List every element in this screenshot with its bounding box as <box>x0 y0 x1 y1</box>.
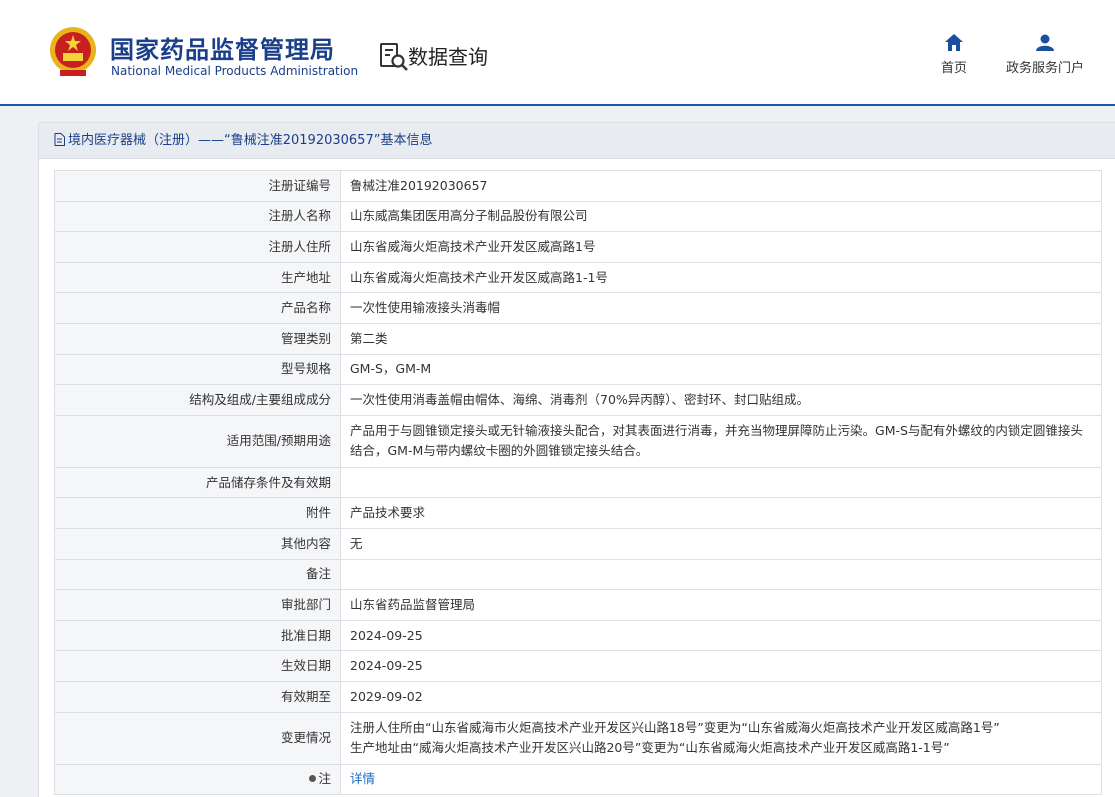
row-value: 产品技术要求 <box>340 497 1102 529</box>
table-row: 注册证编号 鲁械注准20192030657 <box>54 170 1102 202</box>
row-label: 有效期至 <box>54 680 341 713</box>
details-link[interactable]: 详情 <box>350 771 375 786</box>
row-value: 山东省药品监督管理局 <box>340 589 1102 621</box>
change-history-cell: 注册人住所由“山东省威海市火炬高技术产业开发区兴山路18号”变更为“山东省威海火… <box>340 711 1102 765</box>
table-row: 产品储存条件及有效期 <box>54 466 1102 499</box>
change-line: 生产地址由“威海火炬高技术产业开发区兴山路20号”变更为“山东省威海火炬高技术产… <box>350 740 950 755</box>
table-row: 附件 产品技术要求 <box>54 497 1102 529</box>
row-label: 型号规格 <box>54 353 341 386</box>
nav-home-label: 首页 <box>940 61 967 76</box>
org-name-cn: 国家药品监督管理局 <box>110 36 335 64</box>
table-row: 批准日期 2024-09-25 <box>54 619 1102 652</box>
org-name-en: National Medical Products Administration <box>111 64 359 78</box>
row-label: 生效日期 <box>54 650 341 682</box>
row-label: 注册人名称 <box>54 200 341 233</box>
table-row: 其他内容无 <box>54 527 1102 560</box>
row-label: 附件 <box>54 497 341 529</box>
row-value: 2029-09-02 <box>340 680 1102 713</box>
row-value: 山东省威海火炬高技术产业开发区威高路1号 <box>340 231 1102 263</box>
document-icon <box>54 133 65 146</box>
table-row: 结构及组成/主要组成成分 一次性使用消毒盖帽由帽体、海绵、消毒剂（70%异丙醇）、… <box>54 384 1102 416</box>
row-value <box>340 466 1102 499</box>
home-icon <box>945 34 963 51</box>
table-row: 型号规格 GM-S，GM-M <box>54 353 1102 386</box>
row-value <box>340 558 1102 591</box>
row-value: 一次性使用输液接头消毒帽 <box>340 292 1102 324</box>
national-emblem-icon <box>50 27 96 76</box>
row-label: 产品储存条件及有效期 <box>54 466 341 499</box>
row-value: 2024-09-25 <box>340 619 1102 652</box>
row-value: 山东威高集团医用高分子制品股份有限公司 <box>340 200 1102 233</box>
row-label: 结构及组成/主要组成成分 <box>54 384 341 416</box>
row-label: 适用范围/预期用途 <box>54 414 341 468</box>
table-row: 变更情况 注册人住所由“山东省威海市火炬高技术产业开发区兴山路18号”变更为“山… <box>54 711 1102 765</box>
row-label: 其他内容 <box>54 527 341 560</box>
row-label: 管理类别 <box>54 322 341 355</box>
row-value: 产品用于与圆锥锁定接头或无针输液接头配合，对其表面进行消毒，并充当物理屏障防止污… <box>340 414 1102 468</box>
table-row: 注册人住所 山东省威海火炬高技术产业开发区威高路1号 <box>54 231 1102 263</box>
row-label: 变更情况 <box>54 711 341 765</box>
panel-title-text: 境内医疗器械（注册）——“鲁械注准20192030657”基本信息 <box>68 133 433 148</box>
table-row: 产品名称 一次性使用输液接头消毒帽 <box>54 292 1102 324</box>
detail-panel: 境内医疗器械（注册）——“鲁械注准20192030657”基本信息 注册证编号鲁… <box>38 122 1115 797</box>
table-row: 审批部门 山东省药品监督管理局 <box>54 589 1102 621</box>
note-label-cell: 注 <box>54 763 341 796</box>
row-label: 批准日期 <box>54 619 341 652</box>
row-value: 一次性使用消毒盖帽由帽体、海绵、消毒剂（70%异丙醇）、密封环、封口贴组成。 <box>340 384 1102 416</box>
row-value: 鲁械注准20192030657 <box>340 170 1102 202</box>
table-row: 适用范围/预期用途 产品用于与圆锥锁定接头或无针输液接头配合，对其表面进行消毒，并… <box>54 414 1102 468</box>
row-label: 注册证编号 <box>54 170 341 202</box>
bullet-icon <box>309 775 317 783</box>
table-row: 备注 <box>54 558 1102 591</box>
row-label: 备注 <box>54 558 341 591</box>
row-label: 注册人住所 <box>54 231 341 263</box>
nav-home-link[interactable]: 首页 <box>932 34 976 76</box>
row-label: 产品名称 <box>54 292 341 324</box>
table-row: 生产地址 山东省威海火炬高技术产业开发区威高路1-1号 <box>54 261 1102 294</box>
row-value: 2024-09-25 <box>340 650 1102 682</box>
change-line: 注册人住所由“山东省威海市火炬高技术产业开发区兴山路18号”变更为“山东省威海火… <box>350 720 1000 735</box>
data-query-icon <box>380 43 408 71</box>
table-row: 生效日期 2024-09-25 <box>54 650 1102 682</box>
data-query-title: 数据查询 <box>408 45 488 69</box>
panel-title-bar: 境内医疗器械（注册）——“鲁械注准20192030657”基本信息 <box>39 123 1115 159</box>
nav-portal-label: 政务服务门户 <box>1005 61 1084 76</box>
site-header: 国家药品监督管理局 National Medical Products Admi… <box>0 0 1115 104</box>
table-row: 管理类别 第二类 <box>54 322 1102 355</box>
row-label: 生产地址 <box>54 261 341 294</box>
row-label: 审批部门 <box>54 589 341 621</box>
registration-info-table: 注册证编号 鲁械注准20192030657 注册人名称 山东威高集团医用高分子制品股… <box>54 170 1102 796</box>
row-value: GM-S，GM-M <box>340 353 1102 386</box>
table-row: 注册人名称 山东威高集团医用高分子制品股份有限公司 <box>54 200 1102 233</box>
row-value: 第二类 <box>340 322 1102 355</box>
nav-portal-link[interactable]: 政务服务门户 <box>1000 34 1090 76</box>
row-value: 无 <box>340 527 1102 560</box>
row-value: 详情 <box>340 763 1102 796</box>
user-icon <box>1036 34 1054 51</box>
table-row: 有效期至 2029-09-02 <box>54 680 1102 713</box>
row-value: 山东省威海火炬高技术产业开发区威高路1-1号 <box>340 261 1102 294</box>
table-row: 注 详情 <box>54 763 1102 796</box>
row-label: 注 <box>318 771 331 787</box>
